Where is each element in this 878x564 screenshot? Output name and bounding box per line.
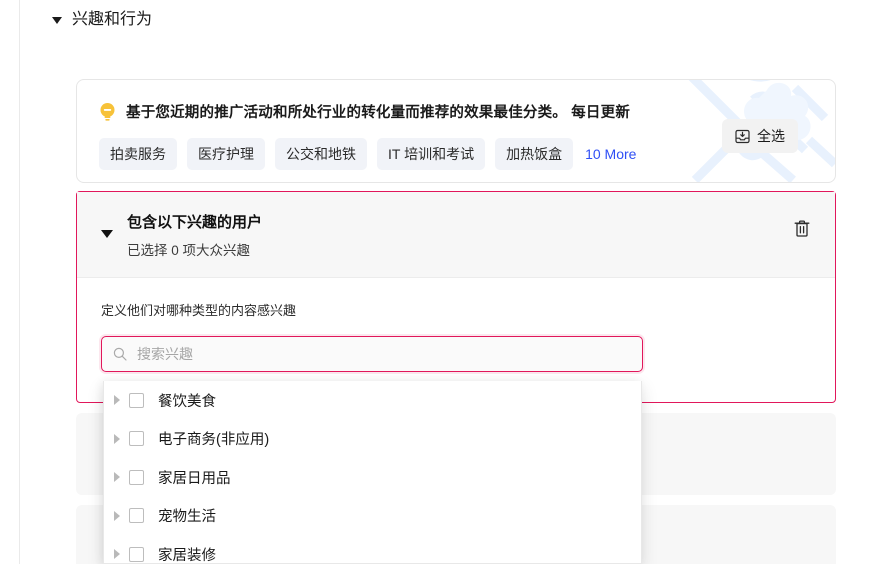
interest-criteria-card: 包含以下兴趣的用户 已选择 0 项大众兴趣 定义他们对哪种类型的内容感兴趣 bbox=[76, 191, 836, 403]
caret-right-icon[interactable] bbox=[114, 510, 120, 521]
caret-down-icon[interactable] bbox=[101, 230, 113, 238]
list-item[interactable]: 家居日用品 bbox=[104, 458, 641, 497]
recommendation-tag-list: 拍卖服务 医疗护理 公交和地铁 IT 培训和考试 加热饭盒 10 More bbox=[99, 138, 636, 170]
caret-right-icon[interactable] bbox=[114, 472, 120, 483]
list-item-label: 家居日用品 bbox=[158, 470, 231, 487]
select-all-button[interactable]: 全选 bbox=[722, 119, 798, 153]
list-item-label: 餐饮美食 bbox=[158, 393, 216, 410]
select-all-label: 全选 bbox=[757, 128, 785, 144]
interest-card-header: 包含以下兴趣的用户 已选择 0 项大众兴趣 bbox=[77, 192, 835, 278]
list-item[interactable]: 宠物生活 bbox=[104, 497, 641, 536]
interest-checkbox[interactable] bbox=[129, 469, 144, 485]
search-icon bbox=[113, 347, 127, 361]
recommendation-banner: 基于您近期的推广活动和所处行业的转化量而推荐的效果最佳分类。 每日更新 拍卖服务… bbox=[76, 79, 836, 183]
caret-down-icon[interactable] bbox=[52, 16, 62, 24]
interest-checkbox[interactable] bbox=[129, 392, 144, 408]
recommendation-headline-row: 基于您近期的推广活动和所处行业的转化量而推荐的效果最佳分类。 每日更新 bbox=[99, 101, 630, 122]
more-tags-link[interactable]: 10 More bbox=[585, 146, 636, 162]
page-root: 兴趣和行为 基于您近期的推广活动和所处行业的转化量而推荐的效果最佳分类。 每日更… bbox=[0, 0, 878, 564]
page-title: 兴趣和行为 bbox=[72, 11, 153, 28]
lightbulb-icon bbox=[100, 102, 115, 121]
caret-right-icon[interactable] bbox=[114, 395, 120, 406]
recommendation-headline: 基于您近期的推广活动和所处行业的转化量而推荐的效果最佳分类。 每日更新 bbox=[126, 105, 631, 121]
list-item[interactable]: 餐饮美食 bbox=[104, 381, 641, 420]
interest-search-input[interactable] bbox=[135, 339, 615, 369]
interest-suggestions-dropdown[interactable]: 餐饮美食 电子商务(非应用) 家居日用品 宠物生活 家居装修 bbox=[103, 381, 642, 564]
interest-checkbox[interactable] bbox=[129, 546, 144, 562]
list-item-label: 家居装修 bbox=[158, 547, 216, 564]
list-item-label: 电子商务(非应用) bbox=[158, 432, 270, 449]
list-item-label: 宠物生活 bbox=[158, 509, 216, 526]
tag-chip[interactable]: IT 培训和考试 bbox=[377, 138, 486, 170]
tag-chip[interactable]: 医疗护理 bbox=[187, 138, 265, 170]
interest-search-field[interactable] bbox=[101, 336, 643, 372]
section-header[interactable]: 兴趣和行为 bbox=[52, 9, 152, 31]
tag-chip[interactable]: 公交和地铁 bbox=[275, 138, 367, 170]
interest-checkbox[interactable] bbox=[129, 508, 144, 524]
caret-right-icon[interactable] bbox=[114, 549, 120, 560]
tag-chip[interactable]: 加热饭盒 bbox=[495, 138, 574, 170]
interest-card-subtitle: 已选择 0 项大众兴趣 bbox=[127, 243, 251, 258]
interest-card-body: 定义他们对哪种类型的内容感兴趣 bbox=[77, 278, 835, 372]
interest-checkbox[interactable] bbox=[129, 431, 144, 447]
list-item[interactable]: 电子商务(非应用) bbox=[104, 420, 641, 459]
list-item[interactable]: 家居装修 bbox=[104, 535, 641, 564]
tag-chip[interactable]: 拍卖服务 bbox=[99, 138, 177, 170]
delete-criteria-button[interactable] bbox=[789, 215, 815, 241]
inbox-download-icon bbox=[735, 129, 750, 143]
interest-field-label: 定义他们对哪种类型的内容感兴趣 bbox=[101, 303, 297, 318]
left-rail-divider bbox=[0, 0, 20, 564]
trash-icon bbox=[794, 219, 810, 237]
interest-card-title: 包含以下兴趣的用户 bbox=[127, 214, 263, 231]
caret-right-icon[interactable] bbox=[114, 433, 120, 444]
